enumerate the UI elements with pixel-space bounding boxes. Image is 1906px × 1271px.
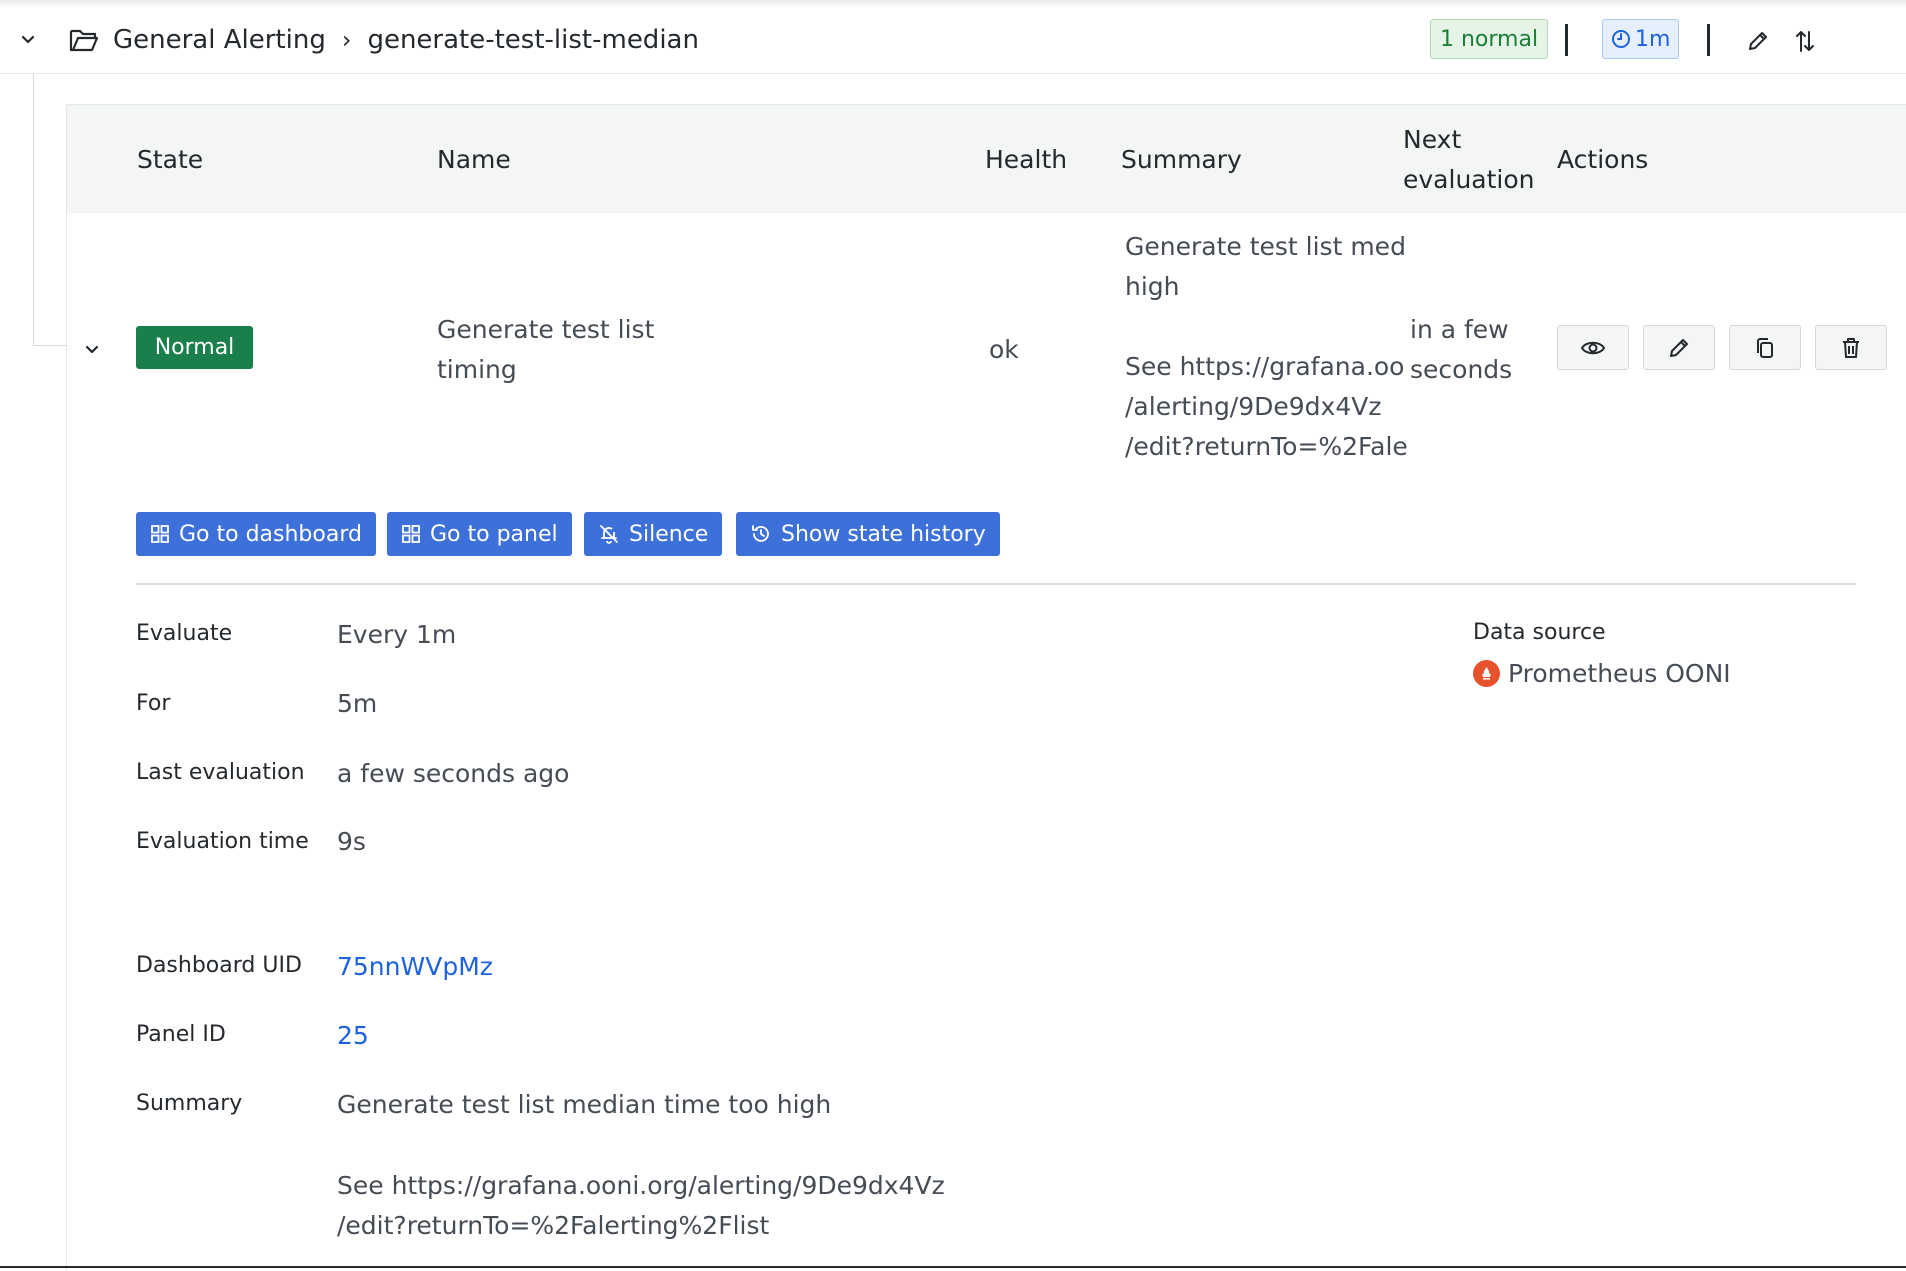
top-shadow [0, 0, 1906, 8]
duplicate-rule-button[interactable] [1729, 325, 1801, 370]
apps-icon [402, 525, 420, 543]
button-label: Go to panel [430, 521, 558, 547]
rules-table: State Name Health Summary Next evaluatio… [66, 104, 1906, 1271]
last-evaluation-value: a few seconds ago [337, 759, 570, 788]
table-header: State Name Health Summary Next evaluatio… [67, 105, 1906, 213]
button-label: Silence [629, 521, 709, 547]
summary-value-line2: See https://grafana.ooni.org/alerting/9D… [337, 1171, 945, 1200]
panel-id-label: Panel ID [136, 1022, 226, 1047]
header-divider [1707, 24, 1710, 56]
button-label: Go to dashboard [179, 521, 362, 547]
view-rule-button[interactable] [1557, 325, 1629, 370]
col-name: Name [437, 145, 511, 174]
interval-badge: 1m [1602, 19, 1680, 59]
bottom-border [0, 1266, 1906, 1268]
edit-rule-button[interactable] [1643, 325, 1715, 370]
silence-button[interactable]: Silence [584, 512, 723, 556]
summary-line: Generate test list med [1125, 232, 1406, 261]
interval-value: 1m [1635, 26, 1671, 52]
group-name: generate-test-list-median [367, 25, 699, 55]
chevron-down-icon [85, 345, 99, 354]
collapse-rule-button[interactable] [79, 337, 105, 363]
pencil-icon [1670, 338, 1688, 357]
summary-line: See https://grafana.oo [1125, 352, 1405, 381]
clock-icon [1612, 30, 1630, 48]
data-source-value: Prometheus OONI [1473, 653, 1731, 693]
state-count-badge: 1 normal [1430, 19, 1549, 59]
pencil-icon [1749, 32, 1767, 50]
evaluate-label: Evaluate [136, 621, 233, 646]
go-to-panel-button[interactable]: Go to panel [387, 512, 572, 556]
next-evaluation-line1: in a few [1410, 315, 1509, 344]
collapse-group-button[interactable] [14, 26, 42, 54]
col-next-evaluation-line1: Next [1403, 125, 1462, 154]
panel-id-link[interactable]: 25 [337, 1016, 369, 1056]
breadcrumb: General Alerting › generate-test-list-me… [113, 20, 699, 60]
reorder-button[interactable] [1790, 26, 1820, 56]
summary-label: Summary [136, 1091, 243, 1116]
prometheus-icon [1473, 659, 1500, 687]
dashboard-uid-link[interactable]: 75nnWVpMz [337, 947, 493, 987]
col-next-evaluation-line2: evaluation [1403, 165, 1535, 194]
for-value: 5m [337, 689, 378, 718]
summary-value-line3: /edit?returnTo=%2Falerting%2Flist [337, 1211, 770, 1240]
folder-open-icon [68, 25, 100, 55]
evaluation-time-label: Evaluation time [136, 829, 309, 854]
chevron-down-icon [21, 35, 35, 44]
rule-name-line1: Generate test list [437, 315, 655, 344]
evaluate-value: Every 1m [337, 620, 457, 649]
sort-arrows-icon [1796, 31, 1814, 52]
rule-health: ok [989, 335, 1019, 364]
header-divider [1565, 24, 1568, 56]
tree-line [33, 345, 66, 346]
trash-icon [1843, 337, 1859, 358]
rule-name-line2: timing [437, 355, 517, 384]
breadcrumb-separator: › [341, 26, 352, 54]
copy-icon [1757, 337, 1773, 358]
last-evaluation-label: Last evaluation [136, 760, 305, 785]
bell-slash-icon [600, 525, 618, 544]
details-divider [136, 583, 1856, 585]
evaluation-time-value: 9s [337, 827, 366, 856]
button-label: Show state history [781, 521, 986, 547]
dashboard-uid-label: Dashboard UID [136, 953, 302, 978]
edit-group-button[interactable] [1743, 26, 1773, 56]
history-icon [752, 525, 769, 542]
show-state-history-button[interactable]: Show state history [736, 512, 1000, 556]
summary-value-line1: Generate test list median time too high [337, 1090, 832, 1119]
next-evaluation-line2: seconds [1410, 355, 1513, 384]
apps-icon [151, 525, 169, 543]
col-state: State [137, 145, 204, 174]
col-health: Health [985, 145, 1068, 174]
data-source-name: Prometheus OONI [1508, 658, 1731, 688]
col-actions: Actions [1557, 145, 1649, 174]
tree-line [33, 74, 34, 346]
state-badge: Normal [136, 326, 253, 369]
data-source-label: Data source [1473, 620, 1606, 645]
rule-group-header: General Alerting › generate-test-list-me… [0, 8, 1906, 74]
folder-name[interactable]: General Alerting [113, 25, 326, 55]
go-to-dashboard-button[interactable]: Go to dashboard [136, 512, 376, 556]
summary-line: /edit?returnTo=%2Fale [1125, 432, 1408, 461]
col-summary: Summary [1121, 145, 1242, 174]
eye-icon [1580, 341, 1606, 354]
summary-line: /alerting/9De9dx4Vz [1125, 392, 1382, 421]
summary-line: high [1125, 272, 1180, 301]
delete-rule-button[interactable] [1815, 325, 1887, 370]
for-label: For [136, 691, 171, 716]
